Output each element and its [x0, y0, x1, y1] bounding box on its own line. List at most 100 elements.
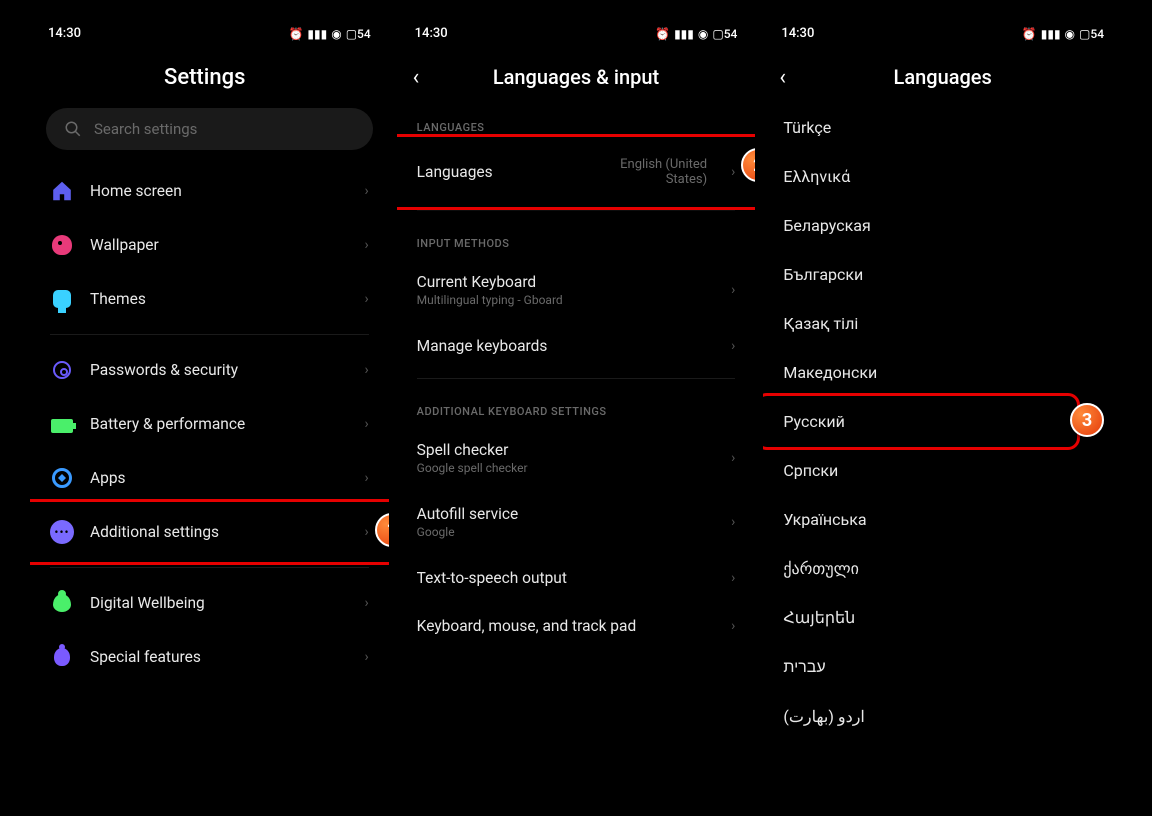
- item-apps[interactable]: Apps ›: [30, 451, 389, 505]
- wallpaper-icon: [50, 233, 74, 257]
- chevron-right-icon: ›: [731, 514, 735, 530]
- more-icon: •••: [50, 520, 74, 544]
- chevron-right-icon: ›: [364, 237, 368, 253]
- item-themes[interactable]: Themes ›: [30, 272, 389, 326]
- chevron-right-icon: ›: [731, 164, 735, 180]
- chevron-right-icon: ›: [364, 470, 368, 486]
- current-language-value: English (United States): [587, 157, 707, 187]
- header: ‹ Languages: [763, 47, 1122, 103]
- page-title: Settings: [46, 65, 373, 90]
- item-languages[interactable]: Languages English (United States) › 2: [397, 142, 756, 202]
- signal-icon: ▮▮▮: [1041, 27, 1061, 41]
- header: ‹ Languages & input: [397, 47, 756, 103]
- screen-settings: 14:30 ⏰ ▮▮▮ ◉ ▢54 Settings Search settin…: [30, 20, 389, 796]
- language-option[interactable]: עברית: [763, 642, 1122, 692]
- languages-list[interactable]: TürkçeΕλληνικάБеларускаяБългарскиҚазақ т…: [763, 103, 1122, 796]
- item-battery-performance[interactable]: Battery & performance ›: [30, 397, 389, 451]
- section-additional-keyboard: ADDITIONAL KEYBOARD SETTINGS: [397, 387, 756, 426]
- chevron-right-icon: ›: [731, 570, 735, 586]
- item-additional-settings[interactable]: ••• Additional settings › 1: [30, 505, 389, 559]
- language-option[interactable]: Српски: [763, 446, 1122, 495]
- wellbeing-icon: [50, 591, 74, 615]
- language-option[interactable]: ქართული: [763, 544, 1122, 593]
- language-option[interactable]: Қазақ тілі: [763, 299, 1122, 348]
- language-option[interactable]: Македонски: [763, 348, 1122, 397]
- back-button[interactable]: ‹: [779, 65, 786, 90]
- page-title: Languages & input: [413, 65, 740, 89]
- item-tts-output[interactable]: Text-to-speech output ›: [397, 554, 756, 602]
- page-title: Languages: [779, 65, 1106, 89]
- status-icons: ⏰ ▮▮▮ ◉ ▢54: [655, 27, 737, 41]
- language-option[interactable]: Български: [763, 250, 1122, 299]
- search-placeholder: Search settings: [94, 120, 197, 138]
- callout-badge-2: 2: [741, 148, 755, 182]
- signal-icon: ▮▮▮: [674, 27, 694, 41]
- chevron-right-icon: ›: [364, 183, 368, 199]
- item-manage-keyboards[interactable]: Manage keyboards ›: [397, 322, 756, 370]
- status-bar: 14:30 ⏰ ▮▮▮ ◉ ▢54: [397, 20, 756, 47]
- status-time: 14:30: [781, 26, 814, 41]
- alarm-icon: ⏰: [288, 27, 303, 41]
- header: Settings: [30, 47, 389, 104]
- alarm-icon: ⏰: [1022, 27, 1037, 41]
- divider: [417, 210, 736, 211]
- wifi-icon: ◉: [698, 27, 708, 41]
- status-icons: ⏰ ▮▮▮ ◉ ▢54: [288, 27, 370, 41]
- divider: [417, 378, 736, 379]
- callout-highlight-3: [763, 393, 1080, 450]
- battery-icon: ▢54: [346, 27, 371, 41]
- language-option[interactable]: اردو (بھارت): [763, 692, 1122, 741]
- language-option[interactable]: Ελληνικά: [763, 152, 1122, 201]
- language-option[interactable]: Հայերեն: [763, 593, 1122, 642]
- settings-list[interactable]: Home screen › Wallpaper › Themes › Passw…: [30, 164, 389, 796]
- chevron-right-icon: ›: [731, 338, 735, 354]
- chevron-right-icon: ›: [731, 450, 735, 466]
- search-input[interactable]: Search settings: [46, 108, 373, 150]
- item-current-keyboard[interactable]: Current Keyboard Multilingual typing - G…: [397, 258, 756, 322]
- back-button[interactable]: ‹: [413, 65, 420, 90]
- lock-icon: [50, 358, 74, 382]
- status-icons: ⏰ ▮▮▮ ◉ ▢54: [1022, 27, 1104, 41]
- chevron-right-icon: ›: [364, 362, 368, 378]
- item-special-features[interactable]: Special features ›: [30, 630, 389, 684]
- callout-badge-3: 3: [1070, 403, 1104, 437]
- screen-languages-list: 14:30 ⏰ ▮▮▮ ◉ ▢54 ‹ Languages TürkçeΕλλη…: [763, 20, 1122, 796]
- languages-input-list[interactable]: LANGUAGES Languages English (United Stat…: [397, 103, 756, 796]
- chevron-right-icon: ›: [364, 649, 368, 665]
- callout-badge-1: 1: [375, 513, 389, 547]
- status-time: 14:30: [415, 26, 448, 41]
- search-icon: [64, 120, 82, 138]
- chevron-right-icon: ›: [364, 524, 368, 540]
- themes-icon: [50, 287, 74, 311]
- chevron-right-icon: ›: [364, 291, 368, 307]
- chevron-right-icon: ›: [364, 416, 368, 432]
- special-icon: [50, 645, 74, 669]
- section-languages: LANGUAGES: [397, 103, 756, 142]
- screen-languages-input: 14:30 ⏰ ▮▮▮ ◉ ▢54 ‹ Languages & input LA…: [397, 20, 756, 796]
- item-wallpaper[interactable]: Wallpaper ›: [30, 218, 389, 272]
- section-input-methods: INPUT METHODS: [397, 219, 756, 258]
- status-time: 14:30: [48, 26, 81, 41]
- language-option[interactable]: Українська: [763, 495, 1122, 544]
- item-autofill-service[interactable]: Autofill service Google ›: [397, 490, 756, 554]
- signal-icon: ▮▮▮: [307, 27, 327, 41]
- battery-icon: ▢54: [712, 27, 737, 41]
- language-option[interactable]: Беларуская: [763, 201, 1122, 250]
- divider: [50, 567, 369, 568]
- battery-icon: ▢54: [1079, 27, 1104, 41]
- language-option[interactable]: Русский3: [763, 397, 1122, 446]
- item-digital-wellbeing[interactable]: Digital Wellbeing ›: [30, 576, 389, 630]
- battery-icon: [50, 412, 74, 436]
- chevron-right-icon: ›: [731, 618, 735, 634]
- wifi-icon: ◉: [331, 27, 341, 41]
- item-spell-checker[interactable]: Spell checker Google spell checker ›: [397, 426, 756, 490]
- item-keyboard-mouse-trackpad[interactable]: Keyboard, mouse, and track pad ›: [397, 602, 756, 650]
- status-bar: 14:30 ⏰ ▮▮▮ ◉ ▢54: [763, 20, 1122, 47]
- item-home-screen[interactable]: Home screen ›: [30, 164, 389, 218]
- alarm-icon: ⏰: [655, 27, 670, 41]
- home-icon: [50, 179, 74, 203]
- chevron-right-icon: ›: [364, 595, 368, 611]
- item-passwords-security[interactable]: Passwords & security ›: [30, 343, 389, 397]
- language-option[interactable]: Türkçe: [763, 103, 1122, 152]
- apps-icon: [50, 466, 74, 490]
